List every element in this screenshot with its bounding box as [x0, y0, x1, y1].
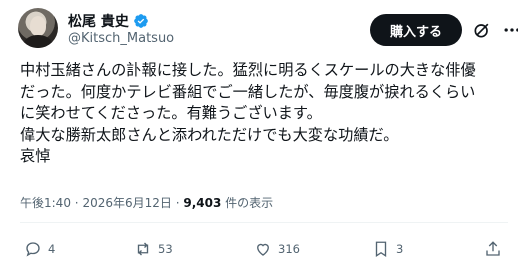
- divider: [20, 222, 508, 223]
- handle[interactable]: @Kitsch_Matsuo: [68, 31, 174, 46]
- more-icon[interactable]: [502, 20, 518, 40]
- reply-button[interactable]: 4: [24, 240, 55, 258]
- bookmark-button[interactable]: 3: [372, 240, 403, 258]
- like-count: 316: [278, 242, 300, 256]
- tweet-meta: 午後1:40 · 2026年6月12日 · 9,403 件の表示: [20, 194, 273, 211]
- tweet-time[interactable]: 午後1:40: [20, 196, 71, 210]
- views-label: 件の表示: [225, 196, 274, 210]
- bookmark-icon: [375, 241, 387, 258]
- avatar-body: [24, 35, 52, 48]
- tweet-header: 松尾 貴史 @Kitsch_Matsuo 購入する: [18, 8, 518, 50]
- tweet-text-line: だった。何度かテレビ番組でご一緒したが、毎度腹が捩れるくらい: [20, 82, 476, 101]
- verified-badge-icon: [134, 14, 148, 28]
- repost-button[interactable]: 53: [134, 240, 173, 258]
- repost-count: 53: [158, 242, 173, 256]
- views-count: 9,403: [183, 196, 222, 210]
- tweet-text: 中村玉緒さんの訃報に接した。猛烈に明るくスケールの大きな俳優 だった。何度かテレ…: [20, 60, 508, 168]
- tweet-text-line: 中村玉緒さんの訃報に接した。猛烈に明るくスケールの大きな俳優: [20, 61, 476, 79]
- tweet-text-line: に笑わせてくださった。有難うございます。: [20, 104, 322, 122]
- reply-count: 4: [48, 242, 56, 256]
- bookmark-count: 3: [396, 242, 404, 256]
- reply-icon: [26, 242, 40, 257]
- buy-button[interactable]: 購入する: [370, 14, 462, 46]
- meta-separator: ·: [175, 196, 180, 210]
- grok-icon[interactable]: [472, 20, 492, 40]
- tweet-text-line: 哀悼: [20, 147, 51, 165]
- like-button[interactable]: 316: [254, 240, 300, 258]
- tweet-text-line: 偉大な勝新太郎さんと添われただけでも大変な功績だ。: [20, 125, 399, 144]
- like-icon: [257, 243, 269, 256]
- share-icon: [486, 241, 500, 256]
- meta-separator: ·: [74, 196, 79, 210]
- repost-icon: [137, 242, 149, 256]
- action-bar: 4 53 316 3: [20, 240, 508, 264]
- share-button[interactable]: [484, 240, 502, 258]
- display-name[interactable]: 松尾 貴史: [68, 11, 129, 31]
- avatar[interactable]: [18, 8, 58, 48]
- name-row: 松尾 貴史: [68, 11, 149, 31]
- tweet-date[interactable]: 2026年6月12日: [82, 196, 171, 210]
- avatar-face: [30, 16, 46, 36]
